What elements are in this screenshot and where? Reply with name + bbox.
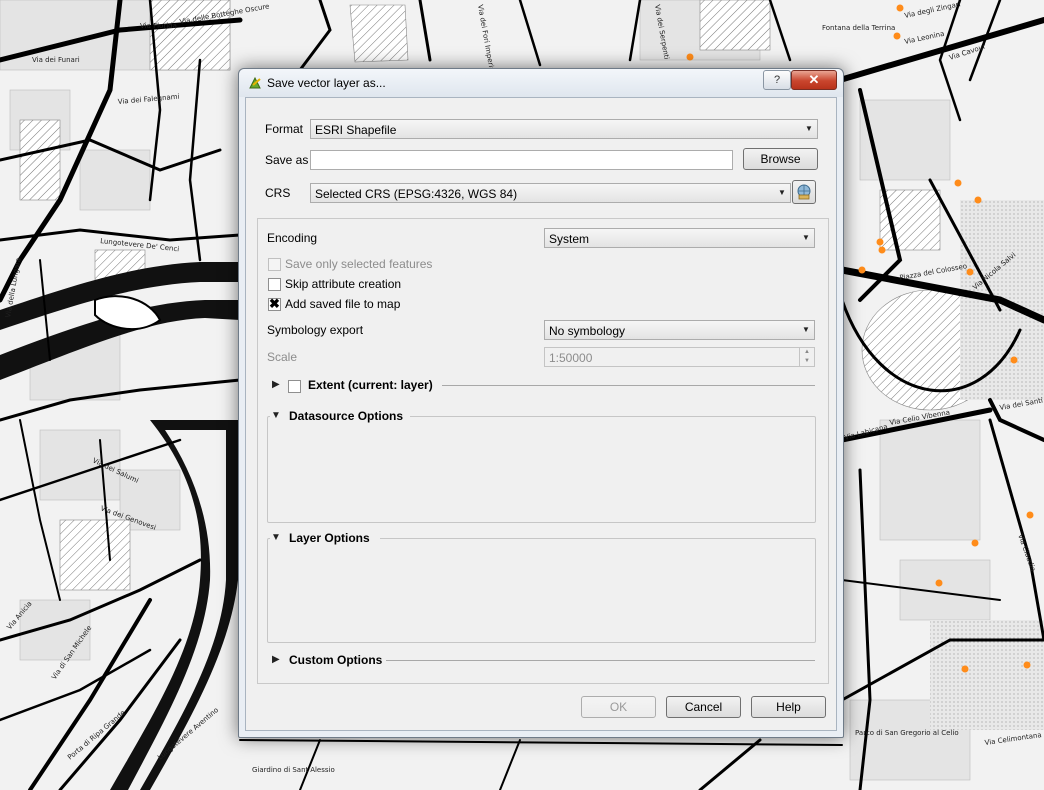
extent-checkbox[interactable] bbox=[288, 380, 301, 393]
options-panel: Encoding System ▼ Save only selected fea… bbox=[257, 218, 829, 684]
symbology-combo[interactable]: No symbology ▼ bbox=[544, 320, 815, 340]
datasource-options-box bbox=[267, 416, 816, 523]
chevron-down-icon: ▼ bbox=[805, 124, 813, 133]
check-mark-icon: ✖ bbox=[269, 296, 280, 311]
crs-selector-button[interactable] bbox=[792, 180, 816, 204]
layer-options-group-title[interactable]: Layer Options bbox=[289, 531, 370, 545]
help-button[interactable]: Help bbox=[751, 696, 826, 718]
save-as-input[interactable] bbox=[310, 150, 733, 170]
encoding-combo[interactable]: System ▼ bbox=[544, 228, 815, 248]
extent-group-title[interactable]: Extent (current: layer) bbox=[308, 378, 433, 392]
scale-label: Scale bbox=[267, 350, 298, 364]
add-to-map-checkbox[interactable]: ✖ bbox=[268, 296, 281, 311]
qgis-app-icon bbox=[247, 75, 263, 91]
close-button[interactable]: ✕ bbox=[791, 70, 837, 90]
title-help-button[interactable]: ? bbox=[763, 70, 791, 90]
chevron-down-icon: ▼ bbox=[802, 325, 810, 334]
browse-button[interactable]: Browse bbox=[743, 148, 818, 170]
format-combo[interactable]: ESRI Shapefile ▼ bbox=[310, 119, 818, 139]
crs-combo[interactable]: Selected CRS (EPSG:4326, WGS 84) ▼ bbox=[310, 183, 791, 203]
scale-spinbox[interactable]: 1:50000 ▲ ▼ bbox=[544, 347, 815, 367]
spin-down-icon[interactable]: ▼ bbox=[799, 357, 814, 366]
crs-value: Selected CRS (EPSG:4326, WGS 84) bbox=[315, 187, 518, 201]
save-as-label: Save as bbox=[265, 153, 309, 167]
expand-arrow-icon[interactable]: ▶ bbox=[272, 654, 280, 665]
symbology-value: No symbology bbox=[549, 324, 626, 338]
layer-options-box bbox=[267, 538, 816, 643]
chevron-down-icon: ▼ bbox=[778, 188, 786, 197]
custom-options-group-title[interactable]: Custom Options bbox=[289, 653, 382, 667]
map-label: Parco di San Gregorio al Celio bbox=[855, 729, 959, 737]
globe-icon bbox=[797, 184, 811, 200]
skip-attribute-checkbox[interactable] bbox=[268, 278, 281, 291]
save-selected-label: Save only selected features bbox=[285, 257, 433, 271]
custom-options-divider bbox=[386, 660, 815, 661]
map-label: Via dei Funari bbox=[32, 56, 80, 64]
collapse-arrow-icon[interactable]: ▼ bbox=[271, 532, 281, 543]
save-vector-layer-dialog: Save vector layer as... ? ✕ Format ESRI … bbox=[238, 68, 844, 738]
map-label: Giardino di Sant'Alessio bbox=[252, 766, 335, 774]
collapse-arrow-icon[interactable]: ▼ bbox=[271, 410, 281, 421]
format-label: Format bbox=[265, 122, 304, 136]
dialog-title: Save vector layer as... bbox=[267, 76, 386, 90]
dialog-titlebar[interactable]: Save vector layer as... ? ✕ bbox=[239, 69, 843, 97]
encoding-label: Encoding bbox=[267, 231, 318, 245]
expand-arrow-icon[interactable]: ▶ bbox=[272, 379, 280, 390]
save-selected-checkbox[interactable] bbox=[268, 258, 281, 271]
spin-up-icon[interactable]: ▲ bbox=[799, 348, 814, 357]
symbology-label: Symbology export bbox=[267, 323, 364, 337]
add-to-map-label: Add saved file to map bbox=[285, 297, 401, 311]
format-value: ESRI Shapefile bbox=[315, 123, 397, 137]
cancel-button[interactable]: Cancel bbox=[666, 696, 741, 718]
chevron-down-icon: ▼ bbox=[802, 233, 810, 242]
skip-attribute-label: Skip attribute creation bbox=[285, 277, 402, 291]
dialog-body: Format ESRI Shapefile ▼ Save as Browse C… bbox=[245, 97, 837, 731]
map-label: Fontana della Terrina bbox=[822, 24, 895, 32]
map-label: Via Florida bbox=[140, 22, 177, 30]
extent-divider bbox=[442, 385, 815, 386]
ok-button[interactable]: OK bbox=[581, 696, 656, 718]
datasource-group-title[interactable]: Datasource Options bbox=[289, 409, 403, 423]
scale-value: 1:50000 bbox=[549, 351, 593, 365]
crs-label: CRS bbox=[265, 186, 291, 200]
encoding-value: System bbox=[549, 232, 590, 246]
